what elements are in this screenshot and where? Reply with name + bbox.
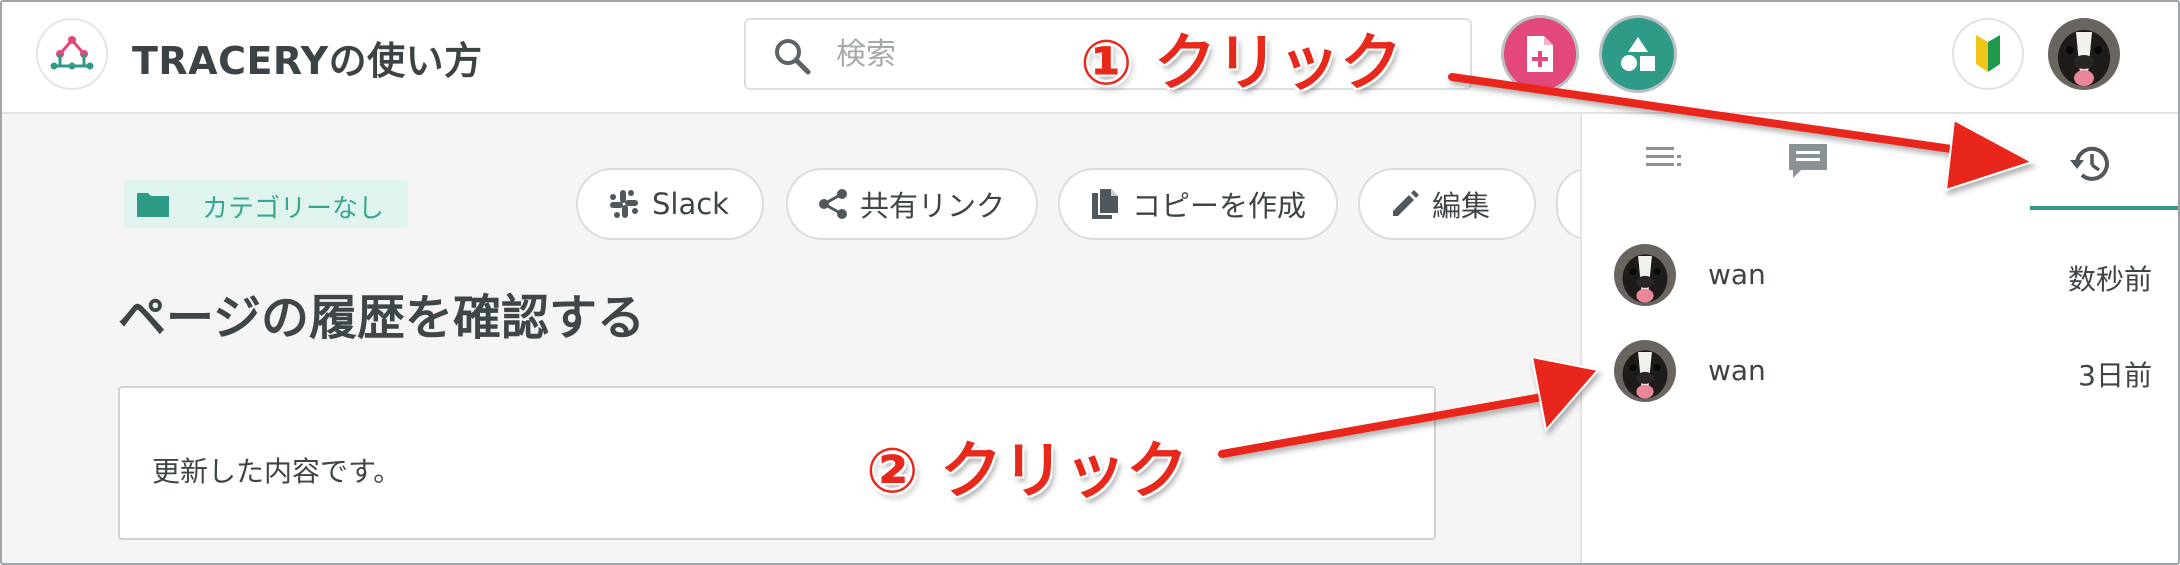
category-badge[interactable]: カテゴリーなし [124,180,408,228]
slack-button[interactable]: Slack [576,168,764,240]
folder-icon [137,193,169,217]
history-user: wan [1708,258,1766,291]
annotation-step2: ② クリック [866,434,1189,507]
copy-icon [1091,189,1118,219]
page-title: ページの履歴を確認する [118,290,646,346]
app-window: TRACERYの使い方 検索 カテゴリーなし Slack 共有リンク コピーを作… [0,0,2180,565]
history-time: 数秒前 [2067,263,2152,296]
app-title[interactable]: TRACERYの使い方 [132,30,483,85]
list-icon [1646,147,1681,166]
tab-comments[interactable] [1778,142,1838,192]
page-content-text: 更新した内容です。 [152,455,402,488]
category-label: カテゴリーなし [202,194,385,224]
history-user: wan [1708,354,1766,387]
history-avatar [1614,340,1676,402]
side-panel: wan 数秒前 wan 3日前 [1580,114,2178,563]
share-link-label: 共有リンク [860,189,1006,223]
beginner-guide-button[interactable] [1952,18,2024,90]
slack-icon [610,190,638,218]
history-icon [2070,146,2109,181]
new-page-button[interactable] [1504,18,1576,90]
edit-button-label: 編集 [1432,189,1491,223]
slack-button-label: Slack [652,187,729,221]
active-tab-indicator [2030,206,2178,210]
tracery-logo-icon [50,36,94,70]
history-time: 3日前 [2078,359,2152,392]
tab-table-of-contents[interactable] [1634,142,1694,192]
shapes-icon [1621,37,1655,71]
edit-button[interactable]: 編集 [1358,168,1536,240]
history-item[interactable]: wan 数秒前 [1582,230,2178,320]
user-avatar[interactable] [2048,18,2120,90]
templates-button[interactable] [1602,18,1674,90]
tab-history[interactable] [2060,142,2120,192]
copy-page-label: コピーを作成 [1131,189,1306,223]
tracery-logo[interactable] [36,18,108,90]
page-content: 更新した内容です。 [118,386,1436,540]
history-avatar [1614,244,1676,306]
beginner-mark-icon [1976,35,2000,72]
annotation-step1: ① クリック [1080,26,1403,99]
history-item[interactable]: wan 3日前 [1582,326,2178,416]
copy-page-button[interactable]: コピーを作成 [1058,168,1338,240]
file-plus-icon [1527,36,1553,72]
search-icon [772,36,812,80]
comment-icon [1789,144,1827,178]
share-icon [819,189,847,219]
share-link-button[interactable]: 共有リンク [786,168,1038,240]
pencil-icon [1393,190,1419,216]
